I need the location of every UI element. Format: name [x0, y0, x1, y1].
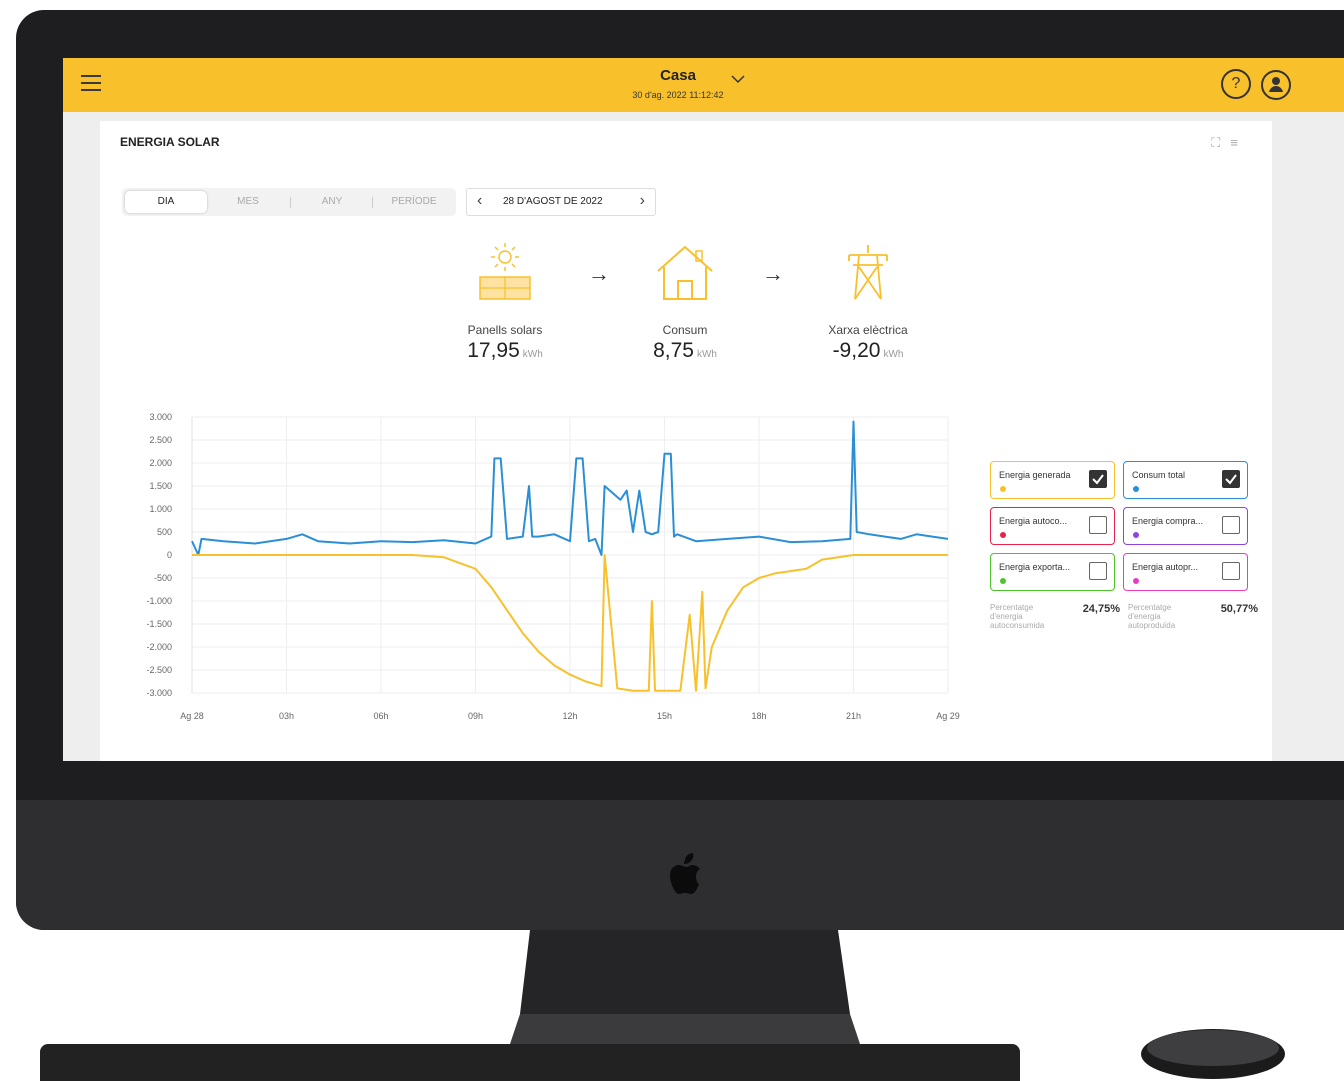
- arrow-right-icon: →: [588, 261, 610, 286]
- legend-dot: [1000, 486, 1006, 492]
- check-icon: [1092, 474, 1104, 485]
- legend-dot: [1133, 578, 1139, 584]
- legend-checkbox[interactable]: [1089, 470, 1107, 488]
- user-icon[interactable]: [1260, 69, 1292, 101]
- fullscreen-icon[interactable]: ⛶: [1211, 135, 1230, 150]
- y-tick-label: 500: [157, 527, 172, 537]
- legend-checkbox[interactable]: [1222, 470, 1240, 488]
- legend-dot: [1133, 486, 1139, 492]
- legend-label: Energia generada: [999, 470, 1071, 480]
- chevron-down-icon[interactable]: [731, 74, 745, 84]
- menu-icon[interactable]: [81, 75, 101, 93]
- legend-item-purchased[interactable]: Energia compra...: [1123, 507, 1248, 545]
- percentage-label: Percentatge d'energia autoproduïda: [1128, 603, 1176, 630]
- tab-any[interactable]: ANY: [294, 188, 370, 216]
- card-menu-icon[interactable]: ≡: [1230, 135, 1248, 150]
- y-tick-label: 2.500: [149, 435, 172, 445]
- card-title: ENERGIA SOLAR: [120, 135, 220, 149]
- tab-periode[interactable]: PERÍODE: [375, 188, 453, 216]
- legend-label: Energia autoco...: [999, 516, 1068, 526]
- legend-label: Energia compra...: [1132, 516, 1204, 526]
- legend-dot: [1133, 532, 1139, 538]
- tab-mes[interactable]: MES: [210, 188, 286, 216]
- x-tick-label: Ag 29: [936, 711, 960, 721]
- arrow-right-icon: →: [762, 261, 784, 286]
- flow-label: Panells solars: [467, 323, 543, 337]
- x-tick-label: 06h: [373, 711, 388, 721]
- x-tick-label: 21h: [846, 711, 861, 721]
- power-tower-icon: [848, 245, 888, 300]
- mouse: [1141, 1029, 1285, 1079]
- flow-unit: kWh: [696, 349, 717, 360]
- legend-dot: [1000, 578, 1006, 584]
- chevron-right-icon[interactable]: ›: [640, 192, 645, 210]
- y-tick-label: 3.000: [149, 412, 172, 422]
- card-actions: ⛶≡: [1211, 135, 1248, 151]
- percentage-value: 24,75%: [1082, 603, 1120, 615]
- flow-value: -9,20: [832, 339, 881, 362]
- x-tick-label: 03h: [279, 711, 294, 721]
- site-datetime: 30 d'ag. 2022 11:12:42: [632, 90, 724, 100]
- legend-label: Energia autopr...: [1132, 562, 1199, 572]
- help-button[interactable]: ?: [1221, 69, 1251, 99]
- y-tick-label: -500: [154, 573, 172, 583]
- apple-logo: [670, 853, 700, 894]
- energy-line-chart: 3.000 2.500 2.000 1.500 1.000 500 0 -500 -1.000 -…: [146, 412, 960, 721]
- legend-checkbox[interactable]: [1089, 562, 1107, 580]
- legend-dot: [1000, 532, 1006, 538]
- percentage-value: 50,77%: [1220, 603, 1258, 615]
- legend-item-self-consumed[interactable]: Energia autoco...: [990, 507, 1115, 545]
- legend-item-generated[interactable]: Energia generada: [990, 461, 1115, 499]
- y-tick-label: 1.000: [149, 504, 172, 514]
- x-tick-label: Ag 28: [180, 711, 204, 721]
- solar-energy-card: ENERGIA SOLAR ⛶≡ DIA MES ANY PERÍODE ‹ 2…: [100, 121, 1272, 761]
- y-tick-label: 2.000: [149, 458, 172, 468]
- flow-grid: Xarxa elèctrica -9,20 kWh: [793, 241, 943, 363]
- chevron-left-icon[interactable]: ‹: [477, 192, 482, 210]
- keyboard: [40, 1044, 1020, 1081]
- y-tick-label: -3.000: [146, 688, 172, 698]
- percentage-label: Percentatge d'energia autoconsumida: [990, 603, 1045, 630]
- legend-item-self-produced[interactable]: Energia autopr...: [1123, 553, 1248, 591]
- flow-unit: kWh: [883, 349, 904, 360]
- house-icon: [657, 245, 713, 300]
- flow-label: Xarxa elèctrica: [828, 323, 908, 337]
- legend-checkbox[interactable]: [1222, 562, 1240, 580]
- date-navigator: ‹ 28 D'AGOST DE 2022 ›: [466, 188, 656, 216]
- flow-consumption: Consum 8,75 kWh: [610, 241, 760, 363]
- legend-checkbox[interactable]: [1222, 516, 1240, 534]
- y-tick-label: 0: [167, 550, 172, 560]
- x-tick-label: 18h: [751, 711, 766, 721]
- legend-item-exported[interactable]: Energia exporta...: [990, 553, 1115, 591]
- flow-unit: kWh: [522, 349, 543, 360]
- y-tick-label: -1.000: [146, 596, 172, 606]
- legend-label: Energia exporta...: [999, 562, 1071, 572]
- flow-value: 8,75: [653, 339, 694, 362]
- legend-checkbox[interactable]: [1089, 516, 1107, 534]
- site-name[interactable]: Casa: [623, 67, 733, 84]
- tab-dia[interactable]: DIA: [125, 191, 207, 213]
- y-tick-label: -2.500: [146, 665, 172, 675]
- solar-panel-icon: [479, 243, 531, 300]
- flow-value: 17,95: [467, 339, 520, 362]
- check-icon: [1225, 474, 1237, 485]
- flow-label: Consum: [662, 323, 708, 337]
- date-label: 28 D'AGOST DE 2022: [503, 196, 603, 207]
- x-tick-label: 09h: [468, 711, 483, 721]
- app-screen: Casa 30 d'ag. 2022 11:12:42 ? ENERGIA SO…: [63, 58, 1344, 761]
- period-selector: DIA MES ANY PERÍODE: [122, 188, 456, 216]
- x-tick-label: 15h: [657, 711, 672, 721]
- x-tick-label: 12h: [562, 711, 577, 721]
- legend-label: Consum total: [1132, 470, 1186, 480]
- top-bar: Casa 30 d'ag. 2022 11:12:42 ?: [63, 58, 1344, 112]
- y-tick-label: -2.000: [146, 642, 172, 652]
- legend-item-total-consumption[interactable]: Consum total: [1123, 461, 1248, 499]
- y-tick-label: 1.500: [149, 481, 172, 491]
- flow-solar-panels: Panells solars 17,95 kWh: [430, 241, 580, 363]
- y-tick-label: -1.500: [146, 619, 172, 629]
